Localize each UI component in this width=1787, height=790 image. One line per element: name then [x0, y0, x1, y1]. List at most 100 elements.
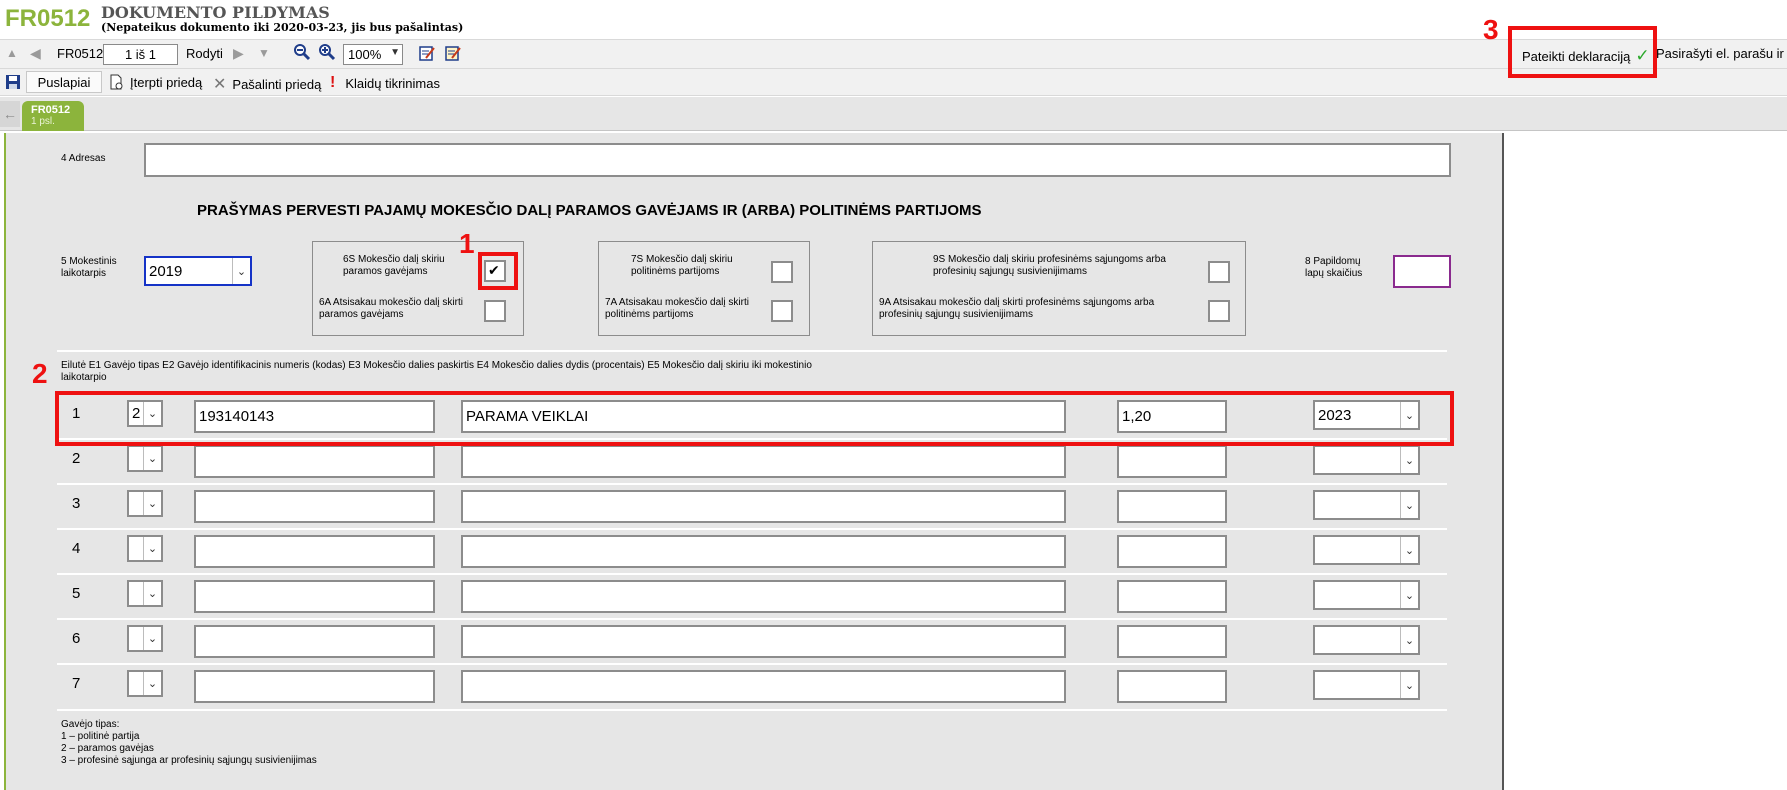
g7a-checkbox[interactable]	[771, 300, 793, 322]
recipient-type-select[interactable]: ⌄	[127, 580, 163, 607]
purpose-input[interactable]	[461, 535, 1066, 568]
zoom-select[interactable]: 100% ▼	[343, 44, 403, 65]
percentage-input[interactable]	[1117, 580, 1227, 613]
recipient-id-input[interactable]	[194, 535, 435, 568]
period-until-select[interactable]: ⌄	[1313, 535, 1420, 565]
chevron-down-icon: ⌄	[143, 537, 161, 560]
form-heading: PRAŠYMAS PERVESTI PAJAMŲ MOKESČIO DALĮ P…	[197, 202, 982, 219]
edit-form-icon[interactable]	[418, 44, 436, 62]
edit-form-alt-icon[interactable]	[444, 44, 462, 62]
purpose-input[interactable]	[461, 490, 1066, 523]
g9s-checkbox[interactable]	[1208, 261, 1230, 283]
row-number: 3	[72, 495, 81, 512]
chevron-down-icon: ⌄	[1400, 492, 1418, 518]
period-until-select[interactable]: ⌄	[1313, 445, 1420, 475]
first-page-icon[interactable]: ▲	[6, 46, 18, 60]
percentage-input[interactable]	[1117, 445, 1227, 478]
recipient-type-select[interactable]: ⌄	[127, 625, 163, 652]
row-separator	[57, 483, 1447, 485]
separator	[57, 350, 1447, 352]
tab-fr0512[interactable]: FR0512 1 psl.	[22, 101, 84, 131]
insert-attachment-button[interactable]: Įterpti priedą	[108, 74, 202, 90]
annotation-number-2: 2	[32, 358, 48, 389]
address-input[interactable]	[144, 143, 1451, 177]
back-arrow-icon[interactable]: ←	[0, 101, 20, 127]
period-until-select[interactable]: ⌄	[1313, 580, 1420, 610]
g6a-checkbox[interactable]	[484, 300, 506, 322]
remove-attachment-label: Pašalinti priedą	[232, 76, 322, 92]
last-page-icon[interactable]: ▼	[258, 46, 270, 60]
page-title: DOKUMENTO PILDYMAS	[101, 3, 330, 22]
form-code: FR0512	[5, 5, 91, 32]
percentage-input[interactable]	[1117, 490, 1227, 523]
error-check-button[interactable]: ! Klaidų tikrinimas	[330, 74, 440, 92]
legend-line-3: 2 – paramos gavėjas	[61, 743, 154, 754]
purpose-input[interactable]	[461, 445, 1066, 478]
zoom-in-icon[interactable]	[318, 43, 336, 61]
g9a-label: 9A Atsisakau mokesčio dalį skirti profes…	[879, 297, 1155, 320]
period-until-select[interactable]: ⌄	[1313, 625, 1420, 655]
recipient-type-select[interactable]: ⌄	[127, 670, 163, 697]
annotation-box-1	[478, 252, 518, 290]
annotation-box-2	[55, 391, 1454, 446]
period-until-select[interactable]: ⌄	[1313, 490, 1420, 520]
legend-line-1: Gavėjo tipas:	[61, 719, 120, 730]
legend-line-2: 1 – politinė partija	[61, 731, 140, 742]
page-subtitle: (Nepateikus dokumento iki 2020-03-23, ji…	[101, 21, 464, 34]
chevron-down-icon: ⌄	[1400, 537, 1418, 563]
period-until-select[interactable]: ⌄	[1313, 670, 1420, 700]
exclamation-icon: !	[330, 74, 336, 91]
purpose-input[interactable]	[461, 670, 1066, 703]
close-icon: ✕	[213, 76, 227, 93]
row-separator	[57, 709, 1447, 711]
show-button[interactable]: Rodyti	[186, 46, 223, 61]
g7a-label: 7A Atsisakau mokesčio dalį skirti politi…	[605, 297, 749, 320]
tab-strip: ← FR0512 1 psl.	[0, 97, 1787, 131]
recipient-id-input[interactable]	[194, 670, 435, 703]
recipient-id-input[interactable]	[194, 625, 435, 658]
insert-attachment-icon	[110, 74, 123, 90]
chevron-down-icon: ⌄	[1400, 672, 1418, 698]
g7s-label: 7S Mokesčio dalį skiriu politinėms parti…	[631, 254, 733, 277]
prev-page-icon[interactable]: ◀	[30, 45, 41, 62]
pages-button[interactable]: Puslapiai	[26, 71, 102, 93]
percentage-input[interactable]	[1117, 670, 1227, 703]
chevron-down-icon: ⌄	[143, 492, 161, 515]
chevron-down-icon: ⌄	[1400, 582, 1418, 608]
row-number: 4	[72, 540, 81, 557]
extra-pages-input[interactable]	[1393, 255, 1451, 288]
g9a-checkbox[interactable]	[1208, 300, 1230, 322]
percentage-input[interactable]	[1117, 535, 1227, 568]
toolbar-form-code: FR0512	[57, 46, 104, 61]
remove-attachment-button[interactable]: ✕ Pašalinti priedą	[213, 74, 321, 94]
sign-e-signature-button[interactable]: Pasirašyti el. parašu ir pa	[1656, 46, 1787, 61]
chevron-down-icon: ⌄	[1400, 447, 1418, 473]
chevron-down-icon: ⌄	[143, 447, 161, 470]
purpose-input[interactable]	[461, 625, 1066, 658]
recipient-type-select[interactable]: ⌄	[127, 490, 163, 517]
row-number: 6	[72, 630, 81, 647]
zoom-value: 100%	[348, 47, 382, 62]
g7s-checkbox[interactable]	[771, 261, 793, 283]
save-icon[interactable]	[5, 74, 21, 90]
extra-pages-label: 8 Papildomų lapų skaičius	[1305, 256, 1363, 279]
chevron-down-icon: ▼	[390, 47, 400, 58]
period-select[interactable]: 2019 ⌄	[144, 256, 252, 286]
recipient-id-input[interactable]	[194, 580, 435, 613]
page-number-input[interactable]: 1 iš 1	[103, 44, 178, 65]
tab-code: FR0512	[31, 104, 71, 116]
recipient-type-select[interactable]: ⌄	[127, 445, 163, 472]
row-number: 5	[72, 585, 81, 602]
percentage-input[interactable]	[1117, 625, 1227, 658]
recipient-id-input[interactable]	[194, 445, 435, 478]
chevron-down-icon: ⌄	[143, 672, 161, 695]
g6a-label: 6A Atsisakau mokesčio dalį skirti paramo…	[319, 297, 463, 320]
purpose-input[interactable]	[461, 580, 1066, 613]
recipient-id-input[interactable]	[194, 490, 435, 523]
row-separator	[57, 663, 1447, 665]
chevron-down-icon: ⌄	[143, 582, 161, 605]
zoom-out-icon[interactable]	[293, 43, 311, 61]
next-page-icon[interactable]: ▶	[233, 45, 244, 62]
tab-page: 1 psl.	[31, 116, 55, 127]
recipient-type-select[interactable]: ⌄	[127, 535, 163, 562]
